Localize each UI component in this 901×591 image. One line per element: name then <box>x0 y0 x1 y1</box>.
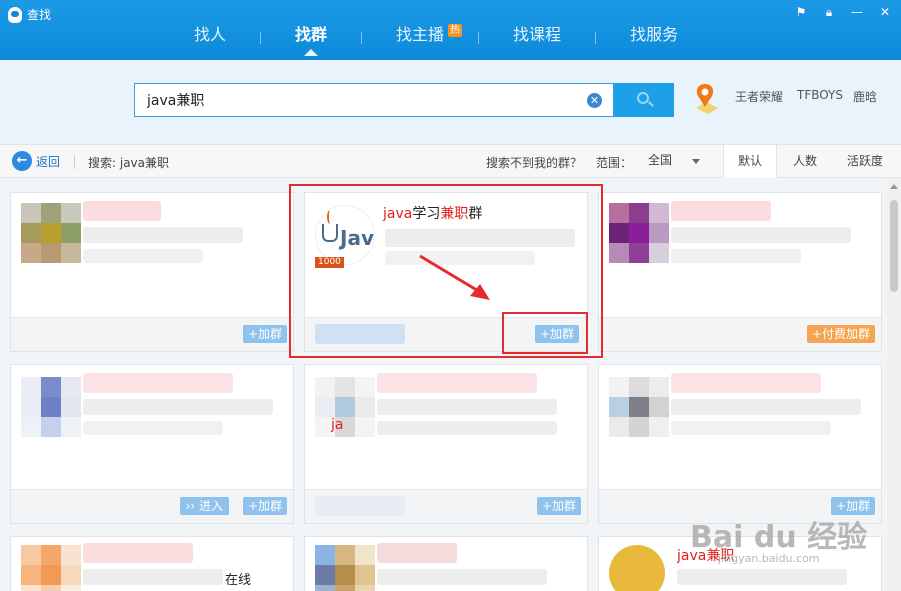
group-card[interactable]: +付费加群 <box>598 192 882 352</box>
hot-word-link[interactable]: 王者荣耀 <box>735 88 783 105</box>
group-avatar <box>21 377 81 437</box>
window-controls: ⚑ 🔒︎ — ✕ <box>791 4 895 20</box>
blurred-text <box>677 569 847 585</box>
search-button[interactable] <box>613 83 674 117</box>
watermark: Bai du 经验 <box>690 520 868 555</box>
blurred-text <box>671 249 801 263</box>
group-avatar <box>315 377 375 437</box>
feedback-icon[interactable]: ⚑ <box>791 4 811 20</box>
window-title-text: 查找 <box>27 8 52 22</box>
sort-tab-default[interactable]: 默认 <box>723 145 777 179</box>
blurred-text <box>377 569 547 585</box>
clear-icon[interactable]: ✕ <box>587 93 602 108</box>
paid-join-button[interactable]: +付费加群 <box>806 325 875 343</box>
watermark-url: jingyan.baidu.com <box>718 552 820 565</box>
location-pin-icon[interactable] <box>692 82 722 116</box>
query-label: 搜索: java兼职 <box>88 156 170 170</box>
group-card[interactable]: ja +加群 <box>304 364 588 524</box>
blurred-tags <box>315 496 405 516</box>
group-card[interactable]: +加群 <box>10 192 294 352</box>
back-label: 返回 <box>36 154 61 169</box>
blurred-text <box>671 421 831 435</box>
sort-tab-activity[interactable]: 活跃度 <box>838 145 892 177</box>
not-found-link[interactable]: 搜索不到我的群？ <box>486 154 582 171</box>
blurred-title <box>83 373 233 393</box>
blurred-title <box>671 201 771 221</box>
blurred-text <box>671 399 861 415</box>
hot-word-link[interactable]: TFBOYS <box>797 88 843 102</box>
qq-logo-icon <box>8 6 22 23</box>
search-input[interactable] <box>135 84 575 116</box>
back-button[interactable]: ← 返回 <box>12 151 60 171</box>
annotation-arrow-icon <box>419 254 490 300</box>
minimize-icon[interactable]: — <box>847 4 867 20</box>
blurred-text <box>83 569 223 585</box>
main-nav: 找人 找群 找主播 热 找课程 找服务 <box>160 22 712 56</box>
vertical-scrollbar[interactable] <box>887 178 901 591</box>
blurred-text <box>83 227 243 243</box>
search-icon <box>637 92 649 104</box>
online-text: 在线 <box>225 573 252 588</box>
tab-find-service[interactable]: 找服务 <box>596 22 712 54</box>
sort-tab-members[interactable]: 人数 <box>778 145 832 177</box>
join-group-button[interactable]: +加群 <box>536 497 581 515</box>
group-card[interactable]: ›› 进入 +加群 <box>10 364 294 524</box>
group-avatar <box>609 377 669 437</box>
group-avatar <box>21 203 81 263</box>
tab-find-streamer[interactable]: 找主播 热 <box>362 22 478 54</box>
blurred-text <box>377 421 557 435</box>
card-footer: +加群 <box>11 317 293 351</box>
blurred-title <box>377 543 457 563</box>
filter-bar: ← 返回 搜索: java兼职 搜索不到我的群？ 范围： 全国 默认 人数 活跃… <box>0 144 901 179</box>
arrow-left-icon: ← <box>12 151 32 171</box>
group-card[interactable]: 在线 <box>10 536 294 591</box>
group-avatar <box>609 545 665 591</box>
tab-find-group[interactable]: 找群 <box>261 22 361 56</box>
group-card[interactable] <box>304 536 588 591</box>
highlight-box-join <box>502 312 588 354</box>
scroll-up-icon[interactable] <box>890 184 898 189</box>
blurred-title <box>83 543 193 563</box>
group-avatar <box>21 545 81 591</box>
search-box: ✕ <box>134 83 614 117</box>
blurred-text <box>83 421 223 435</box>
group-card[interactable]: +加群 <box>598 364 882 524</box>
hot-badge: 热 <box>448 24 463 37</box>
group-avatar <box>609 203 669 263</box>
chevron-down-icon[interactable] <box>692 159 700 164</box>
group-avatar <box>315 545 375 591</box>
card-footer: ›› 进入 +加群 <box>11 489 293 523</box>
search-area: ✕ 王者荣耀 TFBOYS 鹿晗 <box>0 60 901 144</box>
blurred-text <box>83 399 273 415</box>
group-title-fragment: ja <box>331 417 344 433</box>
tab-find-course[interactable]: 找课程 <box>479 22 595 54</box>
card-footer: +付费加群 <box>599 317 881 351</box>
blurred-title <box>83 201 161 221</box>
title-bar: 查找 ⚑ 🔒︎ — ✕ 找人 找群 找主播 热 找课程 找服务 <box>0 0 901 60</box>
filter-divider <box>74 155 75 169</box>
tab-find-streamer-label: 找主播 <box>396 25 445 44</box>
join-group-button[interactable]: +加群 <box>242 497 287 515</box>
close-icon[interactable]: ✕ <box>875 4 895 20</box>
blurred-title <box>377 373 537 393</box>
scope-label: 范围： <box>596 156 633 170</box>
window-title: 查找 <box>8 6 51 23</box>
blurred-text <box>377 399 557 415</box>
blurred-title <box>671 373 821 393</box>
blurred-text <box>671 227 851 243</box>
card-footer: +加群 <box>305 489 587 523</box>
lock-icon[interactable]: 🔒︎ <box>819 4 839 20</box>
hot-word-link[interactable]: 鹿晗 <box>853 88 877 105</box>
enter-group-button[interactable]: ›› 进入 <box>179 497 229 515</box>
join-group-button[interactable]: +加群 <box>242 325 287 343</box>
scroll-thumb[interactable] <box>890 200 898 292</box>
blurred-text <box>83 249 203 263</box>
tab-find-people[interactable]: 找人 <box>160 22 260 54</box>
